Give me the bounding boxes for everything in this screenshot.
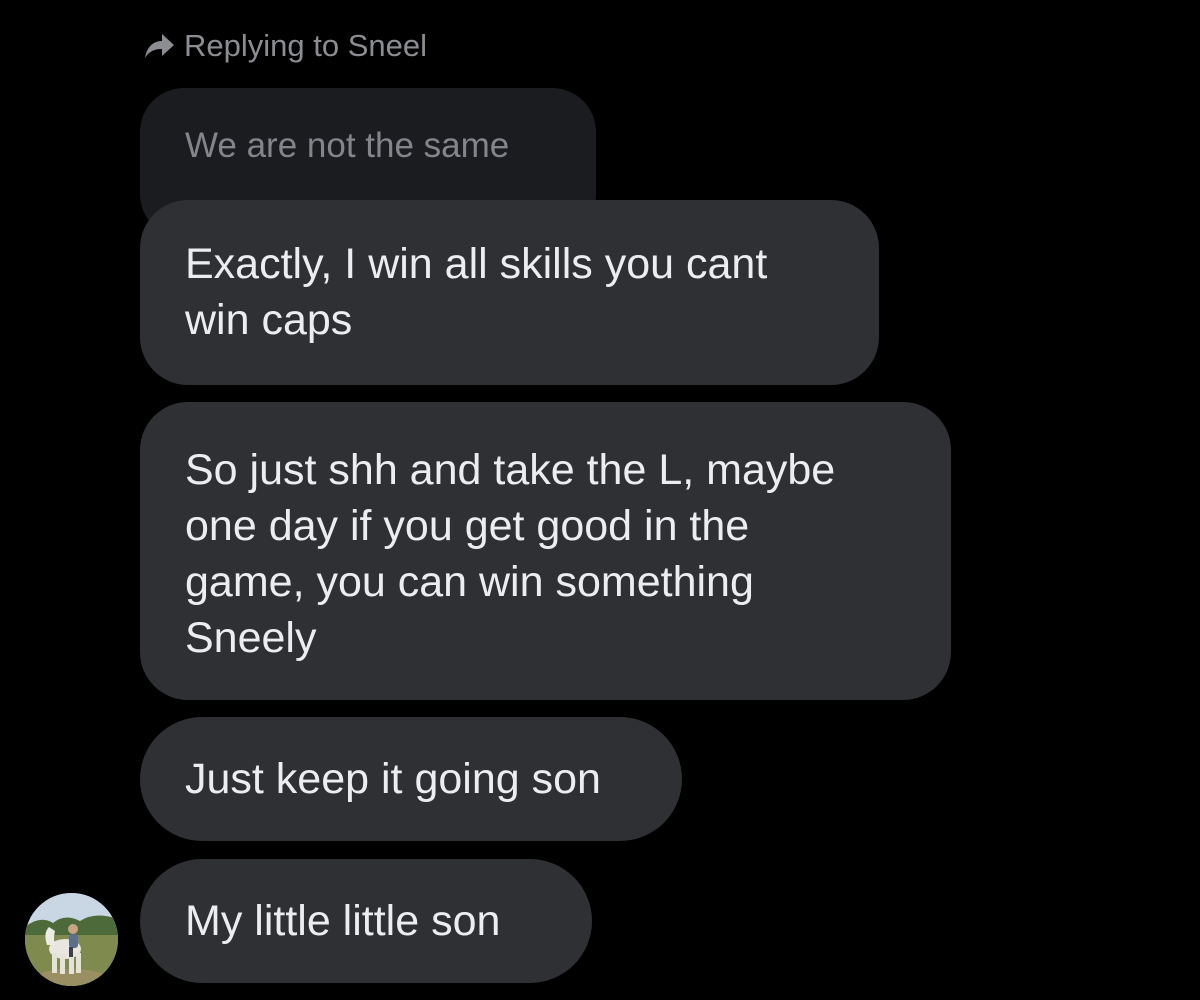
quoted-message-text: We are not the same: [185, 126, 510, 165]
message-text: Exactly, I win all skills you cant win c…: [185, 240, 768, 344]
message-bubble[interactable]: Just keep it going son: [140, 717, 682, 841]
message-bubble[interactable]: Exactly, I win all skills you cant win c…: [140, 200, 879, 385]
message-text: Just keep it going son: [185, 755, 601, 803]
message-bubble[interactable]: So just shh and take the L, maybe one da…: [140, 402, 951, 700]
reply-arrow-icon: [142, 31, 176, 61]
reply-header[interactable]: Replying to Sneel: [142, 26, 427, 66]
message-text: My little little son: [185, 897, 501, 945]
message-text: So just shh and take the L, maybe one da…: [185, 446, 836, 662]
message-bubble[interactable]: My little little son: [140, 859, 592, 983]
avatar-photo: [25, 893, 118, 986]
avatar[interactable]: [25, 893, 118, 986]
reply-label: Replying to Sneel: [184, 28, 427, 63]
